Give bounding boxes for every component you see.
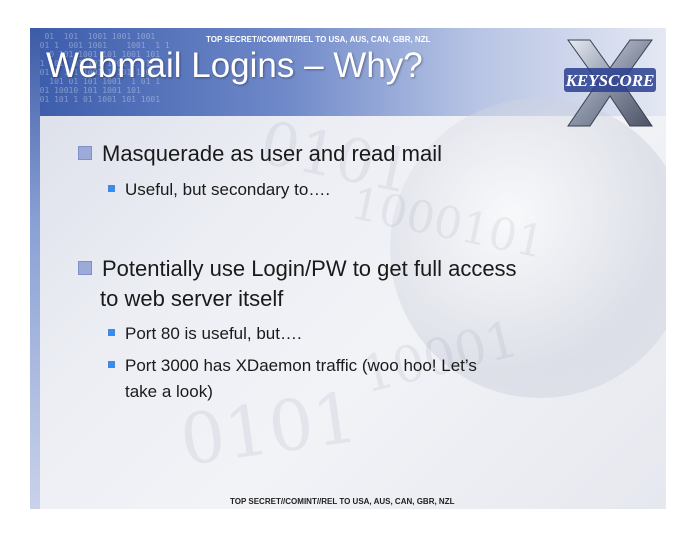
bullet-2: Potentially use Login/PW to get full acc… — [78, 254, 517, 284]
left-accent-strip — [30, 28, 40, 509]
slide-title: Webmail Logins – Why? — [46, 46, 423, 85]
bullet-1: Masquerade as user and read mail — [78, 139, 442, 169]
sub-bullet-2-1: Port 80 is useful, but…. — [108, 322, 302, 346]
sub-bullet-2-2-continuation: take a look) — [125, 380, 213, 404]
classification-banner-top: TOP SECRET//COMINT//REL TO USA, AUS, CAN… — [206, 35, 431, 44]
bullet-1-text: Masquerade as user and read mail — [102, 141, 442, 166]
slide: 10 01 101 1001 1001 1001 1001 1 001 1001… — [30, 28, 666, 509]
sub-bullet-1-1-text: Useful, but secondary to…. — [125, 180, 331, 199]
sub-bullet-square-icon — [108, 329, 115, 337]
classification-banner-bottom: TOP SECRET//COMINT//REL TO USA, AUS, CAN… — [230, 497, 455, 506]
keyscore-x-logo: KEYSCORE — [564, 39, 656, 127]
bullet-square-icon — [78, 261, 92, 276]
sub-bullet-2-2-text: Port 3000 has XDaemon traffic (woo hoo! … — [125, 356, 477, 375]
bullet-2-text-line2: to web server itself — [100, 286, 284, 311]
sub-bullet-square-icon — [108, 361, 115, 369]
bullet-square-icon — [78, 146, 92, 161]
logo-text: KEYSCORE — [565, 71, 655, 90]
sub-bullet-2-1-text: Port 80 is useful, but…. — [125, 324, 302, 343]
bullet-2-text-line1: Potentially use Login/PW to get full acc… — [102, 256, 517, 281]
bullet-2-continuation: to web server itself — [100, 284, 283, 314]
sub-bullet-square-icon — [108, 185, 115, 193]
sub-bullet-2-2: Port 3000 has XDaemon traffic (woo hoo! … — [108, 354, 477, 378]
sub-bullet-2-2-text-line2: take a look) — [125, 382, 213, 401]
sub-bullet-1-1: Useful, but secondary to…. — [108, 178, 330, 202]
